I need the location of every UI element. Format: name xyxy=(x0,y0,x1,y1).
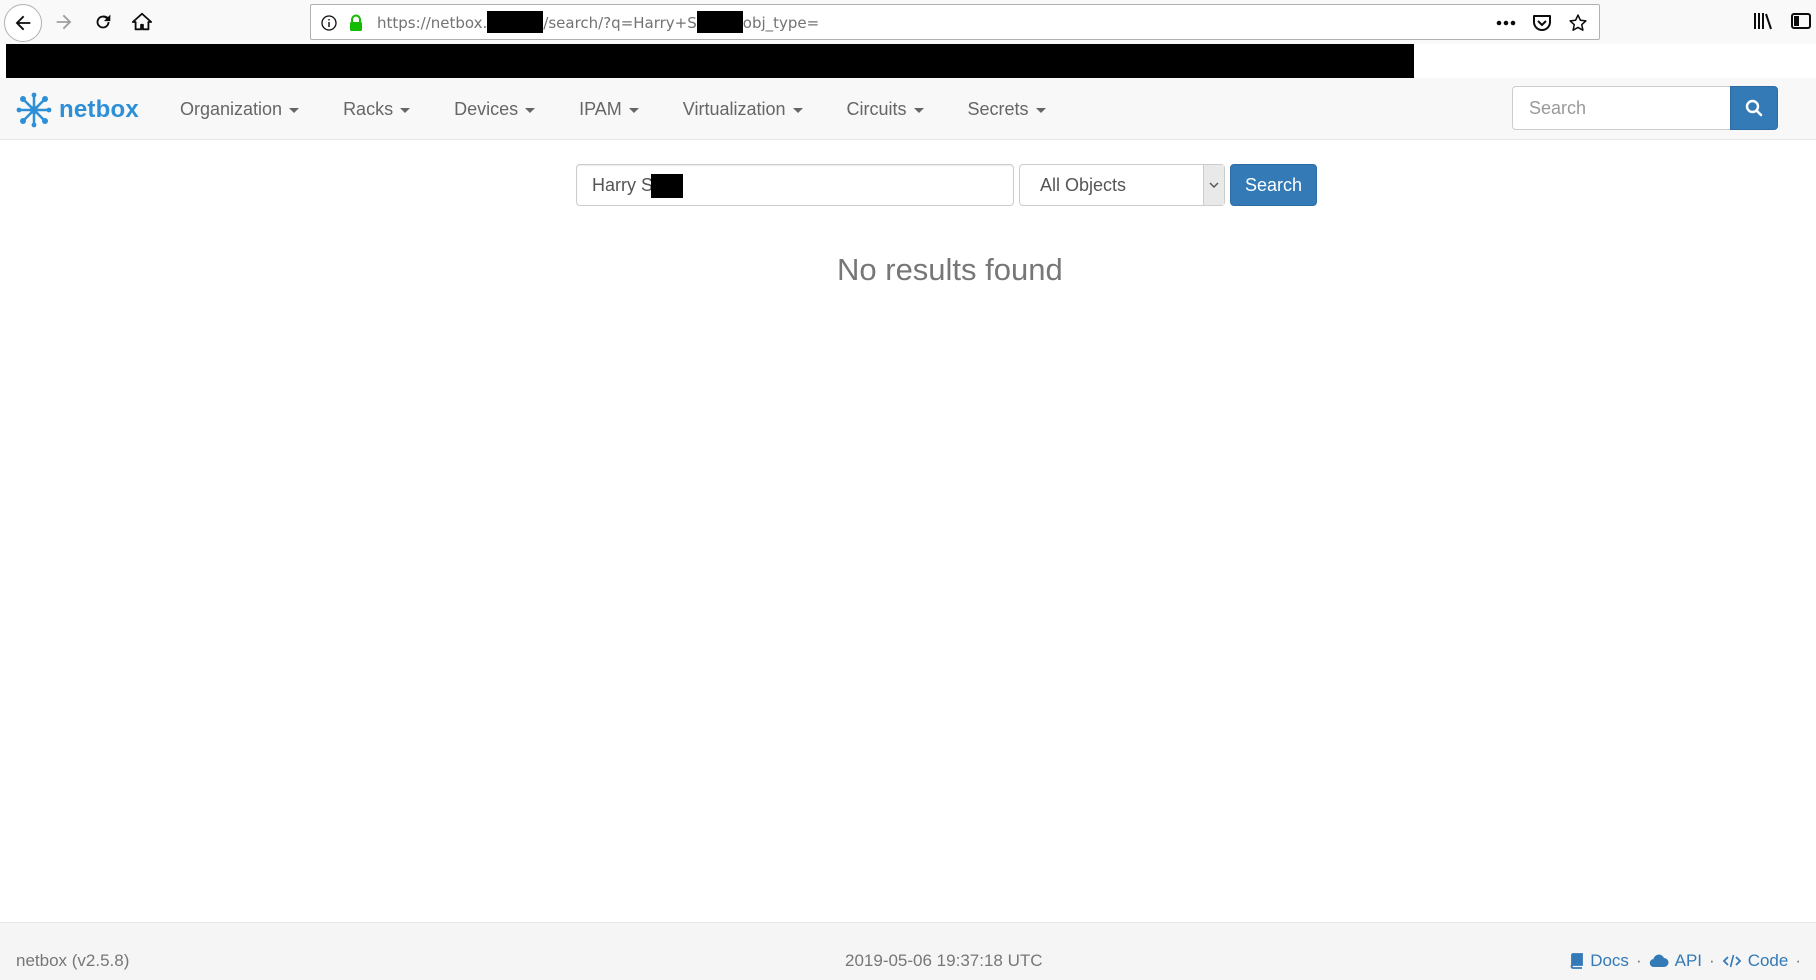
menu-label: Circuits xyxy=(846,98,907,119)
query-field-wrapper xyxy=(576,164,1014,206)
back-button[interactable] xyxy=(4,4,42,42)
menu-label: IPAM xyxy=(579,98,622,119)
redaction-block xyxy=(487,11,544,33)
search-submit-button[interactable]: Search xyxy=(1230,164,1317,206)
footer: netbox (v2.5.8) 2019-05-06 19:37:18 UTC … xyxy=(0,922,1816,980)
menu-label: Organization xyxy=(180,98,283,119)
menu-organization[interactable]: Organization xyxy=(158,99,321,120)
redaction-banner xyxy=(6,44,1414,78)
search-form: All Objects Search xyxy=(576,164,1317,206)
footer-timestamp: 2019-05-06 19:37:18 UTC xyxy=(845,951,1043,970)
url-text[interactable]: https://netbox. /search/?q=Harry+S obj_typ… xyxy=(377,11,820,33)
object-type-selected: All Objects xyxy=(1040,174,1127,195)
footer-version: netbox (v2.5.8) xyxy=(16,951,130,970)
menu-label: Virtualization xyxy=(682,98,786,119)
redaction-block xyxy=(696,11,743,33)
url-suffix: obj_type= xyxy=(742,14,820,32)
main-menu: Organization Racks Devices IPAM Virtuali… xyxy=(158,78,1068,140)
info-icon[interactable] xyxy=(321,15,337,31)
docs-link[interactable]: Docs xyxy=(1569,951,1629,971)
brand-name: netbox xyxy=(59,96,139,123)
no-results-message: No results found xyxy=(837,252,1063,287)
caret-down-icon xyxy=(628,107,639,113)
code-link[interactable]: Code xyxy=(1722,951,1789,971)
top-navbar: netbox Organization Racks Devices IPAM V… xyxy=(0,78,1816,140)
arrow-left-icon xyxy=(15,15,31,31)
reload-button[interactable] xyxy=(85,4,121,40)
api-link-label: API xyxy=(1674,951,1703,970)
menu-circuits[interactable]: Circuits xyxy=(825,99,946,120)
more-actions-icon[interactable] xyxy=(1493,12,1519,34)
menu-secrets[interactable]: Secrets xyxy=(946,99,1068,120)
menu-label: Racks xyxy=(343,98,394,119)
sidebar-toggle-icon[interactable] xyxy=(1790,10,1812,32)
footer-links: Docs · API · Code · xyxy=(1569,951,1808,971)
lock-icon xyxy=(350,14,362,31)
netbox-logo-icon xyxy=(16,92,52,128)
code-link-label: Code xyxy=(1747,951,1789,970)
caret-down-icon xyxy=(913,107,924,113)
menu-ipam[interactable]: IPAM xyxy=(557,99,661,120)
reload-icon xyxy=(96,14,111,29)
docs-link-label: Docs xyxy=(1590,951,1629,970)
caret-down-icon xyxy=(289,107,300,113)
query-input[interactable] xyxy=(576,164,1014,206)
url-prefix: https://netbox. xyxy=(377,14,488,32)
navbar-search-input[interactable] xyxy=(1512,86,1730,130)
api-link[interactable]: API xyxy=(1649,951,1702,971)
library-icon[interactable] xyxy=(1752,10,1774,32)
brand-link[interactable]: netbox xyxy=(14,90,139,130)
home-icon xyxy=(131,12,153,31)
cloud-icon xyxy=(1649,954,1669,968)
url-actions xyxy=(1493,12,1591,34)
address-bar[interactable]: https://netbox. /search/?q=Harry+S obj_typ… xyxy=(310,4,1600,40)
bookmark-star-icon[interactable] xyxy=(1565,12,1591,34)
caret-down-icon xyxy=(792,107,803,113)
menu-devices[interactable]: Devices xyxy=(432,99,557,120)
redaction-block xyxy=(651,174,683,198)
pocket-icon[interactable] xyxy=(1529,12,1555,34)
home-button[interactable] xyxy=(124,4,160,40)
separator: · xyxy=(1709,951,1715,970)
separator: · xyxy=(1795,951,1801,970)
menu-racks[interactable]: Racks xyxy=(321,99,432,120)
url-middle: /search/?q=Harry+S xyxy=(543,14,697,32)
object-type-select[interactable]: All Objects xyxy=(1019,164,1225,206)
navbar-search xyxy=(1512,86,1778,130)
chevron-down-icon xyxy=(1203,165,1224,205)
browser-toolbar: https://netbox. /search/?q=Harry+S obj_typ… xyxy=(0,0,1816,44)
menu-virtualization[interactable]: Virtualization xyxy=(661,99,825,120)
arrow-right-icon xyxy=(56,14,72,30)
navbar-search-button[interactable] xyxy=(1730,86,1778,130)
search-icon xyxy=(1745,99,1763,117)
separator: · xyxy=(1635,951,1642,970)
caret-down-icon xyxy=(1035,107,1046,113)
book-icon xyxy=(1570,953,1584,969)
code-icon xyxy=(1722,954,1741,968)
forward-button[interactable] xyxy=(46,4,82,40)
menu-label: Devices xyxy=(454,98,519,119)
caret-down-icon xyxy=(400,107,411,113)
menu-label: Secrets xyxy=(967,98,1029,119)
caret-down-icon xyxy=(525,107,536,113)
